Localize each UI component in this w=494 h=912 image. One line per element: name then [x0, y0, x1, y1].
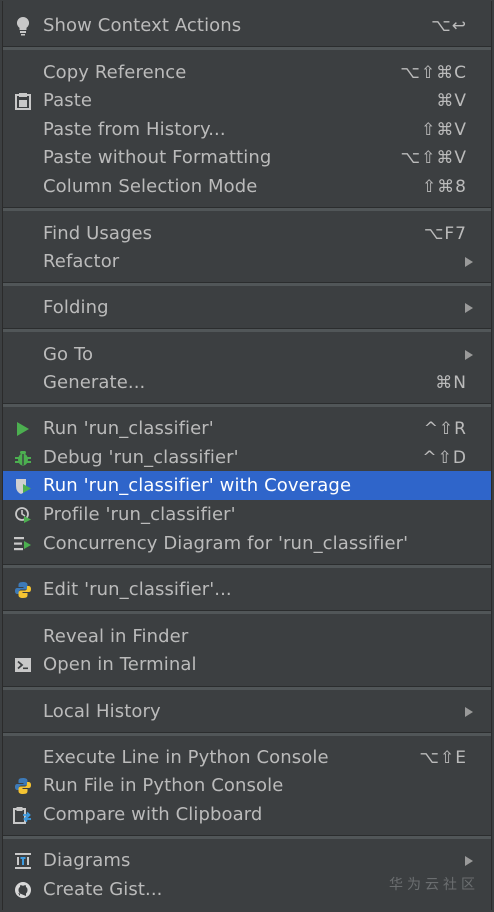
menu-item-shortcut: ⇧⌘V: [421, 119, 467, 140]
submenu-arrow-icon: [465, 257, 473, 267]
menu-item-reveal-in-finder[interactable]: Reveal in Finder: [3, 622, 491, 651]
menu-item-compare-clipboard[interactable]: Compare with Clipboard: [3, 800, 491, 829]
lightbulb-icon: [13, 16, 33, 36]
context-menu: Show Context Actions ⌥↩ Copy Reference ⌥…: [2, 1, 492, 910]
menu-item-label: Debug 'run_classifier': [43, 447, 239, 468]
submenu-arrow-icon: [465, 350, 473, 360]
menu-item-label: Create Gist...: [43, 879, 163, 900]
menu-item-edit-config[interactable]: Edit 'run_classifier'...: [3, 575, 491, 604]
menu-item-open-in-terminal[interactable]: Open in Terminal: [3, 650, 491, 679]
menu-item-column-selection-mode[interactable]: Column Selection Mode ⇧⌘8: [3, 172, 491, 201]
github-icon: [13, 880, 33, 900]
menu-item-shortcut: ⌥⇧⌘V: [400, 147, 467, 168]
menu-separator: [3, 207, 491, 211]
menu-item-label: Paste without Formatting: [43, 147, 272, 168]
menu-item-label: Local History: [43, 701, 161, 722]
menu-item-find-usages[interactable]: Find Usages ⌥F7: [3, 219, 491, 248]
run-play-icon: [13, 419, 33, 439]
menu-item-go-to[interactable]: Go To: [3, 340, 491, 369]
python-icon: [13, 776, 33, 796]
menu-item-label: Show Context Actions: [43, 15, 242, 36]
menu-item-label: Compare with Clipboard: [43, 804, 263, 825]
menu-item-label: Paste: [43, 90, 93, 111]
menu-separator: [3, 610, 491, 614]
menu-item-shortcut: ⌘N: [435, 372, 467, 393]
compare-clipboard-icon: [13, 805, 33, 825]
menu-item-label: Folding: [43, 297, 109, 318]
menu-item-debug[interactable]: Debug 'run_classifier' ^⇧D: [3, 443, 491, 472]
menu-separator: [3, 686, 491, 690]
menu-item-label: Profile 'run_classifier': [43, 504, 236, 525]
menu-item-label: Open in Terminal: [43, 654, 197, 675]
menu-item-shortcut: ⌥⇧E: [419, 747, 467, 768]
menu-item-label: Generate...: [43, 372, 146, 393]
submenu-arrow-icon: [465, 707, 473, 717]
menu-item-label: Copy Reference: [43, 62, 187, 83]
menu-item-show-context-actions[interactable]: Show Context Actions ⌥↩: [3, 11, 491, 40]
coverage-shield-icon: [13, 476, 33, 496]
menu-item-label: Refactor: [43, 251, 120, 272]
menu-item-run-with-coverage[interactable]: Run 'run_classifier' with Coverage: [3, 471, 491, 500]
menu-separator: [3, 835, 491, 839]
menu-item-concurrency-diagram[interactable]: Concurrency Diagram for 'run_classifier': [3, 529, 491, 558]
menu-item-local-history[interactable]: Local History: [3, 697, 491, 726]
menu-separator: [3, 732, 491, 736]
menu-item-paste-without-formatting[interactable]: Paste without Formatting ⌥⇧⌘V: [3, 143, 491, 172]
menu-item-shortcut: ⌥↩: [431, 15, 467, 36]
menu-item-label: Find Usages: [43, 223, 153, 244]
clipboard-icon: [13, 91, 33, 111]
menu-item-shortcut: ^⇧R: [423, 418, 467, 439]
menu-item-copy-reference[interactable]: Copy Reference ⌥⇧⌘C: [3, 58, 491, 87]
menu-item-label: Diagrams: [43, 850, 131, 871]
menu-item-run-file-console[interactable]: Run File in Python Console: [3, 771, 491, 800]
submenu-arrow-icon: [465, 303, 473, 313]
menu-item-label: Go To: [43, 344, 94, 365]
menu-item-label: Run 'run_classifier': [43, 418, 214, 439]
python-icon: [13, 580, 33, 600]
concurrency-icon: [13, 534, 33, 554]
menu-item-folding[interactable]: Folding: [3, 293, 491, 322]
menu-item-label: Concurrency Diagram for 'run_classifier': [43, 533, 409, 554]
menu-item-run[interactable]: Run 'run_classifier' ^⇧R: [3, 414, 491, 443]
menu-item-paste-from-history[interactable]: Paste from History... ⇧⌘V: [3, 115, 491, 144]
menu-item-paste[interactable]: Paste ⌘V: [3, 86, 491, 115]
menu-item-label: Reveal in Finder: [43, 626, 189, 647]
menu-item-generate[interactable]: Generate... ⌘N: [3, 368, 491, 397]
menu-separator: [3, 564, 491, 568]
menu-item-label: Run File in Python Console: [43, 775, 284, 796]
submenu-arrow-icon: [465, 856, 473, 866]
menu-item-label: Run 'run_classifier' with Coverage: [43, 475, 352, 496]
diagrams-icon: [13, 851, 33, 871]
menu-item-label: Paste from History...: [43, 119, 226, 140]
menu-item-label: Edit 'run_classifier'...: [43, 579, 232, 600]
menu-separator: [3, 328, 491, 332]
debug-bug-icon: [13, 448, 33, 468]
menu-item-shortcut: ⌥⇧⌘C: [400, 62, 467, 83]
menu-item-diagrams[interactable]: Diagrams: [3, 846, 491, 875]
menu-item-shortcut: ⌥F7: [423, 223, 467, 244]
watermark: 华为云社区: [389, 877, 479, 893]
profile-clock-icon: [13, 505, 33, 525]
menu-item-refactor[interactable]: Refactor: [3, 247, 491, 276]
menu-item-execute-line-console[interactable]: Execute Line in Python Console ⌥⇧E: [3, 743, 491, 772]
menu-item-profile[interactable]: Profile 'run_classifier': [3, 500, 491, 529]
menu-item-shortcut: ^⇧D: [422, 447, 467, 468]
menu-item-label: Execute Line in Python Console: [43, 747, 329, 768]
terminal-icon: [13, 655, 33, 675]
menu-separator: [3, 403, 491, 407]
menu-separator: [3, 46, 491, 50]
menu-separator: [3, 282, 491, 286]
menu-item-label: Column Selection Mode: [43, 176, 258, 197]
menu-item-shortcut: ⇧⌘8: [421, 176, 467, 197]
menu-item-shortcut: ⌘V: [436, 90, 467, 111]
